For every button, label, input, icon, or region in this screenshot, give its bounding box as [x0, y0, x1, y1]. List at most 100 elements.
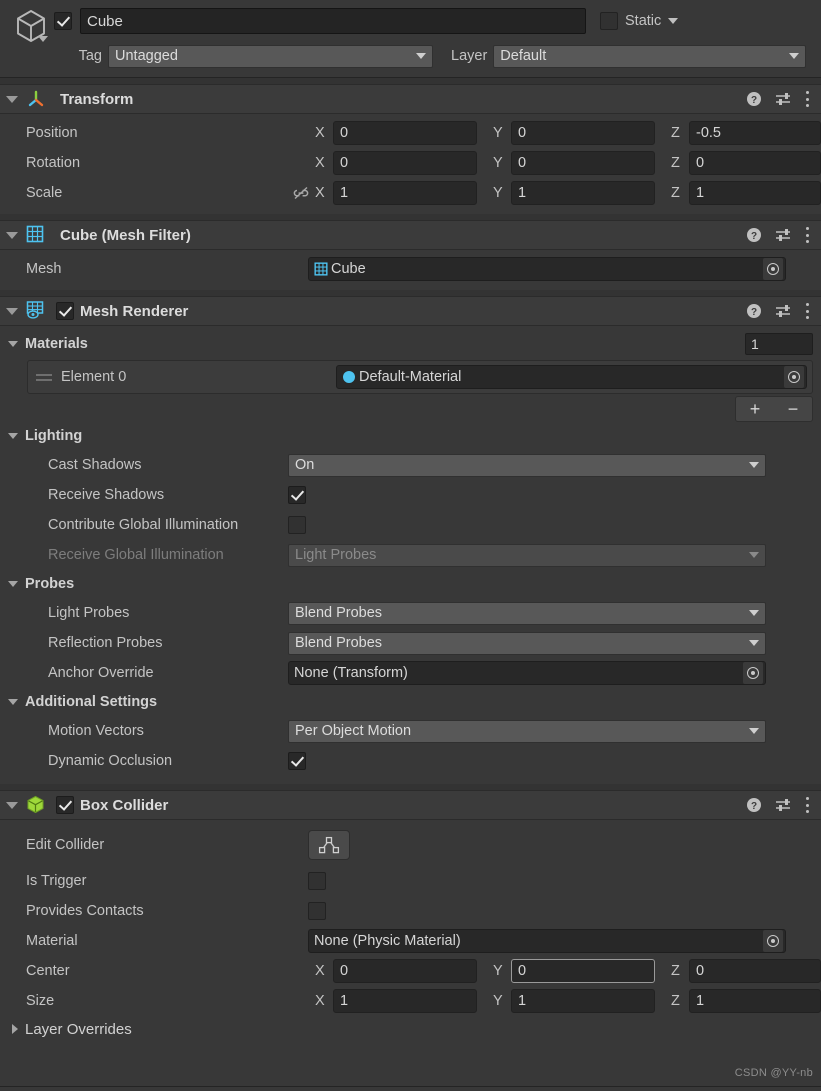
mesh-object-field[interactable]: Cube [308, 257, 786, 281]
anchor-override-object-field[interactable]: None (Transform) [288, 661, 766, 685]
material-object-field[interactable]: Default-Material [336, 365, 807, 389]
preset-settings-icon[interactable] [775, 91, 792, 107]
kebab-menu-icon[interactable] [805, 303, 809, 319]
rotation-x-input[interactable]: 0 [333, 151, 477, 175]
transform-axis-icon [26, 89, 46, 109]
edit-collider-button[interactable] [308, 830, 350, 860]
rotation-z-input[interactable]: 0 [689, 151, 821, 175]
help-icon[interactable]: ? [746, 797, 762, 813]
foldout-arrow-icon [8, 699, 18, 705]
materials-section-header[interactable]: Materials 1 [0, 330, 821, 358]
constrain-proportions-off-icon[interactable] [286, 185, 315, 201]
materials-size-input[interactable]: 1 [745, 333, 813, 355]
layer-overrides-section-header[interactable]: Layer Overrides [0, 1016, 821, 1042]
component-header-box-collider[interactable]: Box Collider ? [0, 790, 821, 820]
box-collider-enabled-checkbox[interactable] [56, 796, 74, 814]
center-x-input[interactable]: 0 [333, 959, 477, 983]
dynamic-occlusion-checkbox[interactable] [288, 752, 306, 770]
probes-label: Probes [25, 576, 75, 592]
receive-gi-dropdown: Light Probes [288, 543, 766, 567]
help-icon[interactable]: ? [746, 227, 762, 243]
scale-z-input[interactable]: 1 [689, 181, 821, 205]
size-x-input[interactable]: 1 [333, 989, 477, 1013]
chevron-down-icon [416, 53, 426, 59]
position-y-input[interactable]: 0 [511, 121, 655, 145]
drag-handle-icon[interactable] [33, 373, 55, 381]
kebab-menu-icon[interactable] [805, 797, 809, 813]
foldout-arrow-icon[interactable] [6, 307, 18, 315]
axis-y-label: Y [493, 125, 503, 141]
light-probes-dropdown[interactable]: Blend Probes [288, 601, 766, 625]
component-title: Transform [60, 90, 134, 108]
element-label: Element 0 [61, 369, 127, 385]
object-picker-icon[interactable] [763, 930, 783, 952]
material-element-row[interactable]: Element 0 Default-Material [27, 360, 813, 394]
size-z-input[interactable]: 1 [689, 989, 821, 1013]
foldout-arrow-icon[interactable] [6, 95, 18, 103]
rotation-y-input[interactable]: 0 [511, 151, 655, 175]
axis-x-label: X [315, 993, 325, 1009]
icon-dropdown-caret[interactable] [38, 36, 48, 42]
cast-shadows-dropdown[interactable]: On [288, 453, 766, 477]
physic-material-row: Material None (Physic Material) [0, 926, 821, 956]
component-header-transform[interactable]: Transform ? [0, 84, 821, 114]
physic-material-object-field[interactable]: None (Physic Material) [308, 929, 786, 953]
gameobject-active-checkbox[interactable] [54, 12, 72, 30]
additional-settings-section-header[interactable]: Additional Settings [0, 688, 821, 716]
component-header-mesh-filter[interactable]: Cube (Mesh Filter) ? [0, 220, 821, 250]
gameobject-name-value: Cube [87, 12, 123, 30]
reflection-probes-dropdown[interactable]: Blend Probes [288, 631, 766, 655]
scale-x-input[interactable]: 1 [333, 181, 477, 205]
axis-x-label: X [315, 125, 325, 141]
contribute-gi-checkbox[interactable] [288, 516, 306, 534]
physic-material-value: None (Physic Material) [314, 933, 461, 949]
cube-gameobject-icon[interactable] [8, 6, 54, 56]
cast-shadows-value: On [295, 457, 315, 473]
remove-material-button[interactable]: − [788, 400, 799, 418]
center-y-input[interactable]: 0 [511, 959, 655, 983]
preset-settings-icon[interactable] [775, 227, 792, 243]
foldout-arrow-icon [8, 433, 18, 439]
tag-dropdown[interactable]: Untagged [108, 44, 433, 68]
materials-add-remove-buttons[interactable]: + − [735, 396, 813, 422]
lighting-section-header[interactable]: Lighting [0, 422, 821, 450]
object-picker-icon[interactable] [784, 366, 804, 388]
object-picker-icon[interactable] [743, 662, 763, 684]
provides-contacts-checkbox[interactable] [308, 902, 326, 920]
component-header-mesh-renderer[interactable]: Mesh Renderer ? [0, 296, 821, 326]
layer-dropdown[interactable]: Default [493, 44, 807, 68]
foldout-arrow-icon[interactable] [6, 801, 18, 809]
is-trigger-checkbox[interactable] [308, 872, 326, 890]
static-checkbox[interactable] [600, 12, 618, 30]
anchor-override-value: None (Transform) [294, 665, 408, 681]
position-z-input[interactable]: -0.5 [689, 121, 821, 145]
help-icon[interactable]: ? [746, 303, 762, 319]
receive-shadows-checkbox[interactable] [288, 486, 306, 504]
static-dropdown-caret-icon[interactable] [668, 18, 679, 24]
layer-value: Default [500, 48, 547, 64]
size-y-input[interactable]: 1 [511, 989, 655, 1013]
box-collider-cube-icon [26, 795, 46, 815]
help-icon[interactable]: ? [746, 91, 762, 107]
axis-x-label: X [315, 963, 325, 979]
motion-vectors-dropdown[interactable]: Per Object Motion [288, 719, 766, 743]
receive-gi-value: Light Probes [295, 547, 377, 563]
preset-settings-icon[interactable] [775, 797, 792, 813]
kebab-menu-icon[interactable] [805, 227, 809, 243]
foldout-arrow-icon[interactable] [6, 231, 18, 239]
tag-label: Tag [78, 48, 102, 64]
object-picker-icon[interactable] [763, 258, 783, 280]
axis-z-label: Z [671, 155, 680, 171]
gameobject-name-input[interactable]: Cube [80, 8, 586, 34]
mesh-renderer-enabled-checkbox[interactable] [56, 302, 74, 320]
add-material-button[interactable]: + [750, 400, 761, 418]
mesh-value: Cube [331, 261, 366, 277]
kebab-menu-icon[interactable] [805, 91, 809, 107]
contribute-gi-label: Contribute Global Illumination [48, 517, 239, 533]
edit-collider-polygon-icon [318, 835, 340, 855]
preset-settings-icon[interactable] [775, 303, 792, 319]
scale-y-input[interactable]: 1 [511, 181, 655, 205]
position-x-input[interactable]: 0 [333, 121, 477, 145]
probes-section-header[interactable]: Probes [0, 570, 821, 598]
center-z-input[interactable]: 0 [689, 959, 821, 983]
